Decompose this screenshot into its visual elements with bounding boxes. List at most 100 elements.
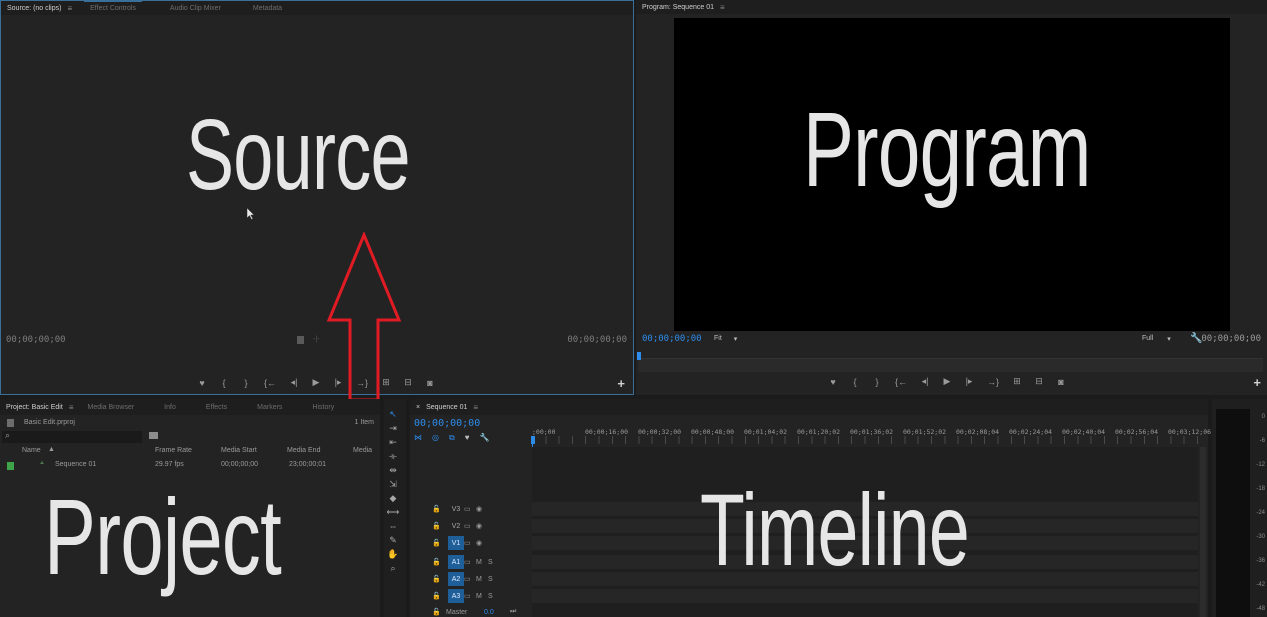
master-volume[interactable]: 0.0 — [484, 609, 510, 616]
fit-dropdown[interactable]: Fit ▾ — [714, 335, 737, 343]
sync-lock-icon[interactable]: ▭ — [464, 505, 476, 513]
lock-icon[interactable]: 🔓 — [432, 592, 442, 600]
tab-history[interactable]: History — [306, 400, 340, 414]
solo-button[interactable]: S — [488, 559, 500, 566]
go-to-in-icon[interactable]: {← — [257, 378, 283, 388]
tab-markers[interactable]: Markers — [251, 400, 288, 414]
program-scrub-bar[interactable] — [638, 358, 1263, 372]
close-icon[interactable]: × — [416, 404, 420, 411]
step-back-icon[interactable]: ◂| — [914, 376, 936, 387]
linked-selection-icon[interactable]: ◎ — [432, 433, 439, 443]
column-media[interactable]: Media — [353, 447, 372, 454]
track-v1[interactable]: 🔓 V1 ▭ ◉ — [410, 535, 530, 551]
play-icon[interactable]: ▶ — [936, 376, 958, 387]
snap-icon[interactable]: ⋈ — [414, 433, 422, 443]
eye-icon[interactable]: ◉ — [476, 539, 488, 547]
column-media-start[interactable]: Media Start — [221, 447, 257, 454]
column-media-end[interactable]: Media End — [287, 447, 320, 454]
go-to-in-icon[interactable]: {← — [888, 377, 914, 387]
source-audio-drag-icon[interactable]: -|- — [313, 336, 319, 343]
solo-button[interactable]: S — [488, 576, 500, 583]
track-label[interactable]: V3 — [448, 502, 464, 516]
panel-menu-icon[interactable]: ≡ — [473, 403, 478, 412]
step-forward-icon[interactable]: |▸ — [958, 376, 980, 387]
panel-menu-icon[interactable]: ≡ — [69, 403, 74, 412]
label-color-swatch[interactable] — [7, 462, 14, 470]
track-label[interactable]: A2 — [448, 572, 464, 586]
tab-source[interactable]: Source: (no clips) ≡ — [1, 1, 78, 15]
rolling-edit-tool-icon[interactable]: ⇹ — [387, 464, 399, 476]
tab-media-browser[interactable]: Media Browser — [81, 400, 140, 414]
eye-icon[interactable]: ◉ — [476, 505, 488, 513]
mark-out-icon[interactable]: } — [866, 377, 888, 387]
tab-project[interactable]: Project: Basic Edit ≡ — [0, 400, 79, 414]
sync-lock-icon[interactable]: ▭ — [464, 575, 476, 583]
track-label[interactable]: V2 — [448, 519, 464, 533]
extract-icon[interactable]: ⊟ — [1028, 376, 1050, 387]
track-v3[interactable]: 🔓 V3 ▭ ◉ — [410, 501, 530, 517]
slip-tool-icon[interactable]: ⟷ — [387, 506, 400, 518]
new-bin-icon[interactable] — [149, 432, 158, 439]
lock-icon[interactable]: 🔓 — [432, 505, 442, 513]
hand-tool-icon[interactable]: ✋ — [387, 548, 399, 560]
go-to-end-icon[interactable]: ⏭ — [510, 608, 516, 616]
zoom-tool-icon[interactable]: ⌕ — [387, 562, 399, 574]
timeline-settings-icon[interactable]: 🔧 — [479, 433, 489, 443]
sync-lock-icon[interactable]: ▭ — [464, 558, 476, 566]
mute-button[interactable]: M — [476, 576, 488, 583]
eye-icon[interactable]: ◉ — [476, 522, 488, 530]
sort-ascending-icon[interactable]: ▲ — [48, 446, 55, 453]
source-button-editor-icon[interactable]: + — [617, 376, 625, 391]
track-select-tool-icon[interactable]: ⇥ — [387, 422, 399, 434]
track-a2[interactable]: 🔓 A2 ▭ M S — [410, 571, 530, 587]
lift-icon[interactable]: ⊞ — [1006, 376, 1028, 387]
tab-audio-clip-mixer[interactable]: Audio Clip Mixer — [164, 1, 227, 15]
tab-effect-controls[interactable]: Effect Controls — [84, 1, 142, 15]
go-to-out-icon[interactable]: →} — [980, 377, 1006, 387]
track-select-backward-icon[interactable]: ⇤ — [387, 436, 399, 448]
solo-button[interactable]: S — [488, 593, 500, 600]
program-playhead[interactable] — [637, 352, 641, 360]
source-zoom-icon[interactable] — [297, 336, 304, 344]
track-label[interactable]: A3 — [448, 589, 464, 603]
mark-in-icon[interactable]: { — [213, 378, 235, 388]
pen-tool-icon[interactable]: ✎ — [387, 534, 399, 546]
add-marker-icon[interactable]: ♥ — [465, 433, 470, 443]
selection-tool-icon[interactable]: ↖ — [387, 408, 399, 420]
step-back-icon[interactable]: ◂| — [283, 377, 305, 388]
column-frame-rate[interactable]: Frame Rate — [155, 447, 192, 454]
mute-button[interactable]: M — [476, 593, 488, 600]
tab-info[interactable]: Info — [158, 400, 182, 414]
sync-lock-icon[interactable]: ▭ — [464, 592, 476, 600]
panel-menu-icon[interactable]: ≡ — [720, 3, 725, 12]
track-a3[interactable]: 🔓 A3 ▭ M S — [410, 588, 530, 604]
tab-program[interactable]: Program: Sequence 01 ≡ — [636, 0, 731, 14]
column-name[interactable]: Name — [22, 447, 41, 454]
tab-effects[interactable]: Effects — [200, 400, 233, 414]
lock-icon[interactable]: 🔓 — [432, 522, 442, 530]
rate-stretch-tool-icon[interactable]: ⇲ — [387, 478, 399, 490]
track-v2[interactable]: 🔓 V2 ▭ ◉ — [410, 518, 530, 534]
track-a1[interactable]: 🔓 A1 ▭ M S — [410, 554, 530, 570]
slide-tool-icon[interactable]: ⇔ — [387, 520, 399, 532]
panel-menu-icon[interactable]: ≡ — [67, 4, 72, 13]
track-label[interactable]: A1 — [448, 555, 464, 569]
lock-icon[interactable]: 🔓 — [432, 575, 442, 583]
insert-nested-icon[interactable]: ⧉ — [449, 433, 455, 443]
tab-metadata[interactable]: Metadata — [247, 1, 288, 15]
ripple-edit-tool-icon[interactable]: ⟛ — [387, 450, 399, 462]
tab-sequence[interactable]: × Sequence 01 ≡ — [410, 400, 484, 414]
export-frame-icon[interactable]: ◙ — [419, 378, 441, 388]
export-frame-icon[interactable]: ◙ — [1050, 377, 1072, 387]
table-row[interactable]: ⩡ Sequence 01 29.97 fps 00;00;00;00 23;0… — [0, 460, 380, 473]
track-label[interactable]: V1 — [448, 536, 464, 550]
program-timecode-left[interactable]: 00;00;00;00 — [642, 334, 702, 344]
lock-icon[interactable]: 🔓 — [432, 539, 442, 547]
track-master[interactable]: 🔓 Master 0.0 ⏭ — [410, 604, 532, 617]
mark-out-icon[interactable]: } — [235, 378, 257, 388]
add-marker-icon[interactable]: ♥ — [822, 377, 844, 387]
play-icon[interactable]: ▶ — [305, 377, 327, 388]
mark-in-icon[interactable]: { — [844, 377, 866, 387]
program-button-editor-icon[interactable]: + — [1253, 375, 1261, 390]
lock-icon[interactable]: 🔓 — [432, 608, 442, 616]
